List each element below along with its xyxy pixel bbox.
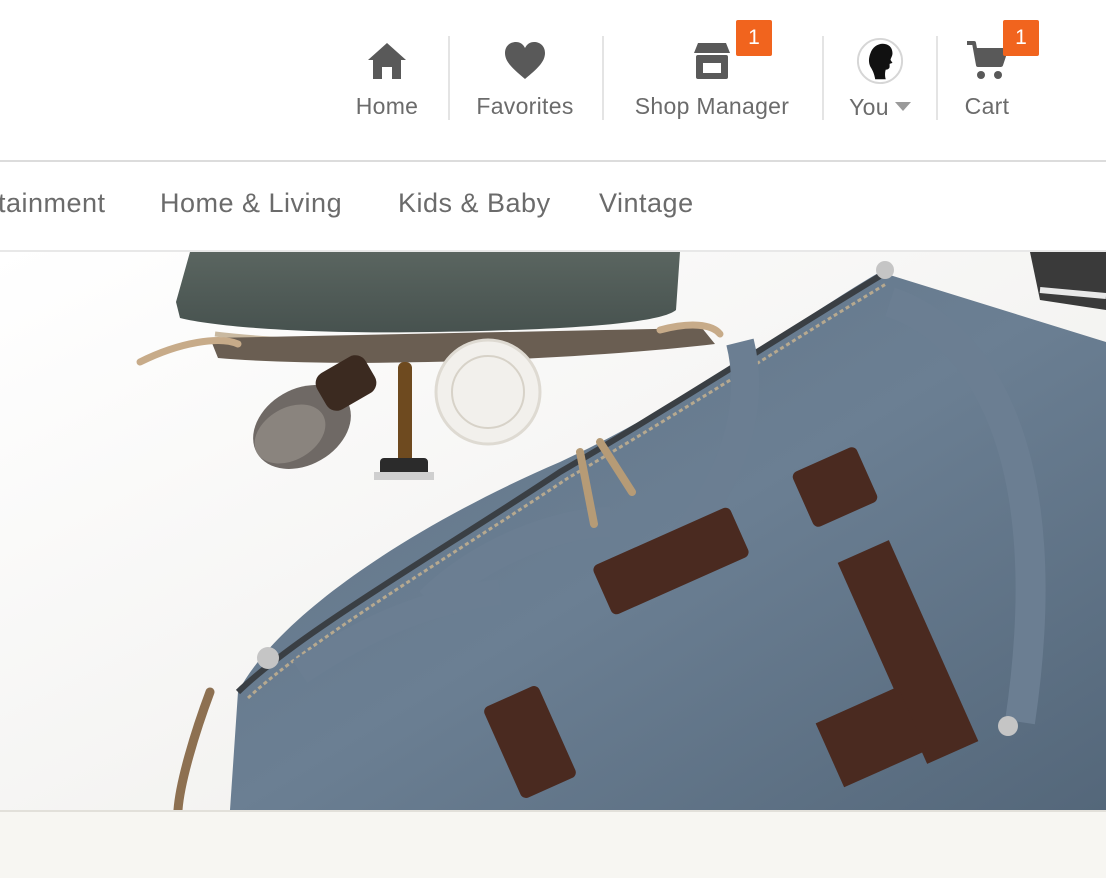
nav-divider: [936, 36, 938, 120]
nav-favorites-label: Favorites: [476, 93, 574, 119]
home-icon: [363, 36, 411, 85]
nav-you-label: You: [849, 94, 911, 121]
category-nav: tainment Home & Living Kids & Baby Vinta…: [0, 162, 1106, 252]
nav-home-label: Home: [355, 93, 419, 119]
hero-image: [0, 252, 1106, 810]
nav-cart[interactable]: 1 Cart: [956, 20, 1039, 120]
nav-favorites[interactable]: Favorites: [468, 36, 582, 120]
heart-icon: [501, 36, 549, 85]
nav-shop-manager[interactable]: 1 Shop Manager: [624, 20, 800, 120]
nav-shop-manager-label: Shop Manager: [634, 93, 790, 119]
shop-icon: 1: [688, 20, 772, 85]
nav-cart-label: Cart: [964, 93, 1010, 119]
nav-home[interactable]: Home: [348, 36, 426, 120]
shop-manager-badge: 1: [736, 20, 772, 56]
category-vintage[interactable]: Vintage: [599, 188, 694, 219]
nav-you[interactable]: You: [844, 36, 916, 120]
nav-divider: [448, 36, 450, 120]
content-area: [0, 810, 1106, 878]
site-header: Home Favorites 1 Shop Manager You 1 Cart: [0, 0, 1106, 160]
avatar: [856, 36, 904, 86]
nav-divider: [822, 36, 824, 120]
cart-badge: 1: [1003, 20, 1039, 56]
category-entertainment[interactable]: tainment: [0, 188, 106, 219]
cart-icon: 1: [963, 20, 1039, 85]
hero-banner[interactable]: [0, 252, 1106, 810]
nav-divider: [602, 36, 604, 120]
chevron-down-icon: [894, 102, 911, 112]
category-kids-baby[interactable]: Kids & Baby: [398, 188, 551, 219]
category-home-living[interactable]: Home & Living: [160, 188, 342, 219]
